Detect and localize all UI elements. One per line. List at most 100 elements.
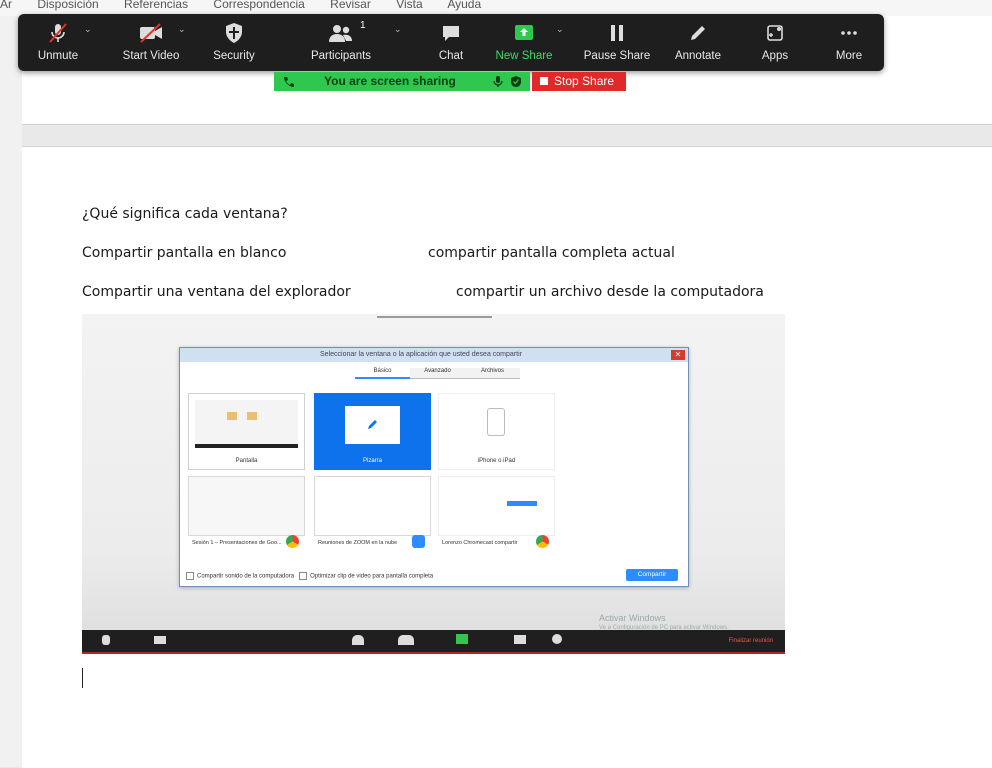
stop-share-button[interactable]: Stop Share — [532, 72, 626, 91]
shield-check-icon[interactable] — [510, 75, 522, 88]
embedded-screenshot[interactable]: Seleccionar la ventana o la aplicación q… — [82, 314, 785, 654]
share-arrow-icon — [496, 22, 552, 44]
menu-item-correspondencia[interactable]: Correspondencia — [213, 0, 304, 11]
phone-icon — [284, 77, 294, 87]
chevron-up-icon[interactable]: ⌄ — [394, 24, 402, 35]
pause-share-label: Pause Share — [583, 50, 651, 62]
zoom-share-toolbar: ⌄ Unmute ⌄ Start Video Security 1 ⌄ Part… — [18, 14, 884, 71]
security-button[interactable]: Security — [206, 14, 262, 71]
screen-sharing-banner[interactable]: You are screen sharing — [274, 72, 530, 91]
dialog-tabs: Básico Avanzado Archivos — [355, 368, 520, 379]
menu-item-vista[interactable]: Vista — [396, 0, 422, 11]
shield-icon — [206, 22, 262, 44]
doc-line1-left: Compartir pantalla en blanco — [82, 245, 287, 261]
pencil-icon — [368, 420, 377, 429]
new-share-button[interactable]: ⌄ New Share — [496, 14, 564, 71]
chat-button[interactable]: Chat — [428, 14, 474, 71]
windows-activation-watermark: Activar Windows — [599, 613, 666, 623]
more-label: More — [835, 50, 863, 62]
text-cursor — [82, 668, 83, 688]
zoom-app-icon — [412, 535, 425, 548]
start-video-button[interactable]: ⌄ Start Video — [118, 14, 186, 71]
sharing-status-text: You are screen sharing — [324, 74, 456, 88]
doc-line2-right: compartir un archivo desde la computador… — [456, 284, 764, 300]
word-menu: Ar Disposición Referencias Correspondenc… — [0, 0, 503, 13]
start-video-label: Start Video — [122, 50, 180, 62]
tile-pantalla-label: Pantalla — [235, 458, 258, 464]
chrome-icon — [536, 535, 549, 548]
chevron-up-icon[interactable]: ⌄ — [556, 24, 564, 35]
more-dots-icon — [826, 22, 872, 44]
window-caption-3: Lorenzo Chromecast compartir — [442, 540, 518, 546]
unmute-button[interactable]: ⌄ Unmute — [30, 14, 92, 71]
menu-item-revisar[interactable]: Revisar — [330, 0, 371, 11]
option-optimize-video: Optimizar clip de video para pantalla co… — [310, 573, 434, 580]
menu-item-ar[interactable]: Ar — [0, 0, 12, 11]
screen-thumbnail — [195, 400, 298, 444]
window-thumb-1 — [188, 476, 305, 536]
compartir-button: Compartir — [626, 569, 678, 581]
end-meeting-button: Finalizar reunión — [728, 638, 773, 644]
tab-archivos: Archivos — [465, 368, 520, 379]
phone-icon — [487, 408, 505, 436]
doc-question: ¿Qué significa cada ventana? — [82, 206, 288, 222]
dialog-footer-options: Compartir sonido de la computadora Optim… — [186, 572, 433, 580]
tile-pizarra-label: Pizarra — [362, 458, 382, 464]
participants-button[interactable]: 1 ⌄ Participants — [308, 14, 402, 71]
dialog-title: Seleccionar la ventana o la aplicación q… — [320, 351, 522, 358]
more-button[interactable]: More — [826, 14, 872, 71]
video-icon — [154, 636, 166, 644]
stop-share-label: Stop Share — [554, 74, 615, 88]
menu-item-referencias[interactable]: Referencias — [124, 0, 188, 11]
thumbnail-bar — [195, 444, 298, 448]
mic-icon — [102, 635, 110, 645]
mic-icon[interactable] — [492, 75, 504, 88]
embedded-zoom-toolbar: Finalizar reunión — [82, 630, 785, 654]
participants-label: Participants — [310, 50, 372, 62]
share-window-dialog: Seleccionar la ventana o la aplicación q… — [179, 347, 689, 587]
annotate-button[interactable]: Annotate — [670, 14, 726, 71]
whiteboard-preview — [345, 406, 400, 444]
menu-item-disposicion[interactable]: Disposición — [37, 0, 98, 11]
pause-icon — [584, 22, 650, 44]
chevron-up-icon[interactable]: ⌄ — [178, 24, 186, 35]
pencil-icon — [670, 22, 726, 44]
chat-icon — [514, 635, 526, 644]
video-off-icon — [118, 22, 184, 44]
new-share-label: New Share — [495, 50, 553, 62]
record-icon — [552, 634, 562, 644]
participants-count-badge: 1 — [360, 20, 366, 31]
window-caption-1: Sesión 1 – Presentaciones de Goo... — [192, 540, 282, 546]
share-screen-icon — [456, 634, 468, 644]
apps-label: Apps — [761, 50, 789, 62]
chevron-up-icon[interactable]: ⌄ — [84, 24, 92, 35]
toolbar-underline — [82, 652, 785, 654]
security-label: Security — [213, 50, 255, 62]
apps-icon — [752, 22, 798, 44]
checkbox — [299, 572, 308, 580]
checkbox — [186, 572, 194, 580]
unmute-label: Unmute — [37, 50, 79, 62]
chrome-icon — [286, 535, 299, 548]
security-icon — [352, 635, 364, 645]
menu-item-ayuda[interactable]: Ayuda — [447, 0, 481, 11]
divider — [377, 316, 492, 318]
mic-muted-icon — [30, 22, 86, 44]
tile-pizarra: Pizarra — [314, 393, 431, 470]
window-thumb-2 — [314, 476, 431, 536]
tile-pantalla: Pantalla — [188, 393, 305, 470]
stop-square-icon — [540, 77, 548, 85]
window-caption-2: Reuniones de ZOOM en la nube — [318, 540, 398, 546]
apps-button[interactable]: Apps — [752, 14, 798, 71]
tab-basico: Básico — [355, 368, 410, 379]
option-share-sound: Compartir sonido de la computadora — [197, 573, 295, 580]
document-left-margin — [0, 16, 22, 767]
participants-icon — [398, 635, 414, 645]
chat-label: Chat — [438, 50, 464, 62]
dialog-title-bar: Seleccionar la ventana o la aplicación q… — [180, 348, 688, 362]
tile-iphone-ipad: iPhone o iPad — [438, 393, 555, 470]
chat-icon — [428, 22, 474, 44]
tab-avanzado: Avanzado — [410, 368, 465, 379]
pause-share-button[interactable]: Pause Share — [584, 14, 650, 71]
annotate-label: Annotate — [674, 50, 722, 62]
